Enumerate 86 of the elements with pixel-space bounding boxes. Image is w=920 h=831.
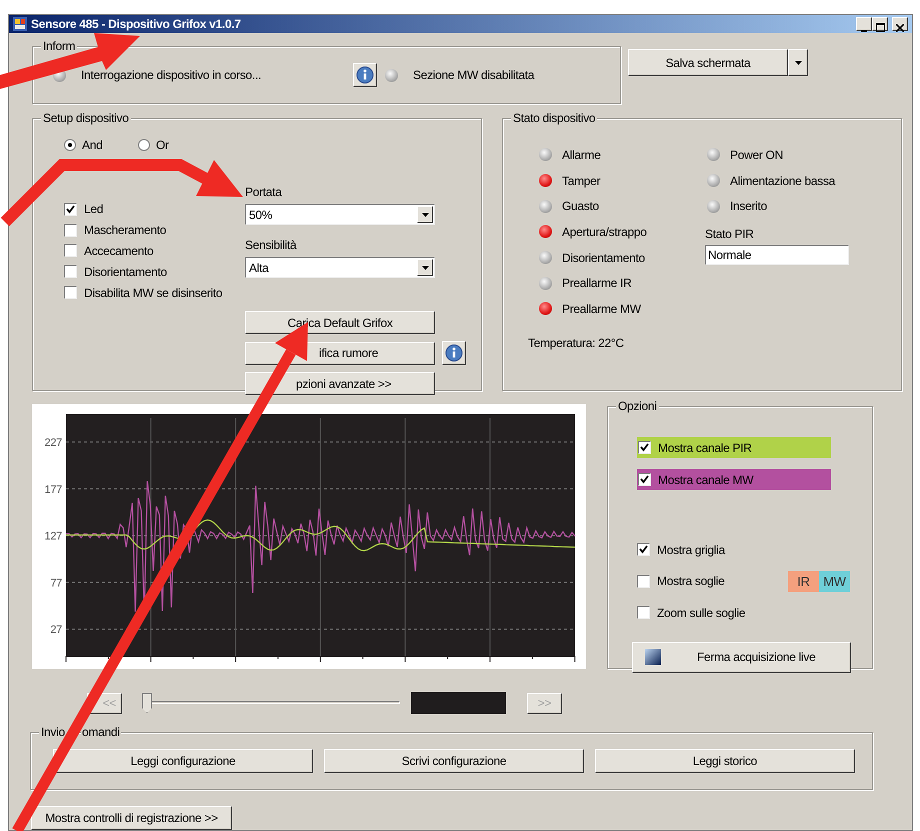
status-label: Preallarme MW bbox=[562, 300, 641, 318]
checkbox[interactable] bbox=[637, 574, 650, 588]
checkbox-label: Mostra soglie bbox=[657, 573, 726, 590]
status-label: Apertura/strappo bbox=[562, 224, 647, 241]
checkbox[interactable] bbox=[637, 543, 650, 556]
maximize-button[interactable] bbox=[872, 17, 888, 31]
checkbox[interactable] bbox=[64, 265, 77, 278]
checkbox[interactable] bbox=[64, 224, 77, 237]
action-button[interactable]: pzioni avanzate >> bbox=[245, 372, 435, 395]
info-button[interactable] bbox=[442, 341, 466, 365]
minimize-icon bbox=[861, 30, 867, 32]
save-screenshot-button[interactable]: Salva schermata bbox=[628, 49, 788, 76]
status-label: Allarme bbox=[562, 146, 601, 164]
checkbox[interactable] bbox=[64, 202, 77, 216]
command-button[interactable]: Leggi configurazione bbox=[53, 749, 313, 773]
checkbox[interactable] bbox=[637, 606, 650, 620]
pir-state-field[interactable]: Normale bbox=[705, 245, 849, 266]
show-recording-controls-button[interactable]: Mostra controlli di registrazione >> bbox=[31, 806, 232, 830]
axis-tick-label: 77 bbox=[50, 577, 62, 590]
channel-toggle[interactable]: Mostra canale MW bbox=[637, 469, 831, 490]
checkbox[interactable] bbox=[64, 286, 77, 300]
channel-toggle[interactable]: Mostra canale PIR bbox=[637, 437, 831, 458]
checkmark-icon bbox=[640, 475, 649, 484]
maximize-icon bbox=[876, 23, 884, 32]
group-label: Setup dispositivo bbox=[41, 111, 131, 125]
axis-tick-label: 227 bbox=[44, 437, 62, 449]
group-label: Stato dispositivo bbox=[511, 111, 598, 125]
group-label: Inform bbox=[41, 39, 78, 53]
close-icon bbox=[896, 24, 904, 32]
close-button[interactable] bbox=[892, 17, 908, 31]
stop-live-button[interactable]: Ferma acquisizione live bbox=[632, 642, 851, 672]
threshold-tag: MW bbox=[819, 570, 850, 592]
dropdown-arrow-icon bbox=[422, 266, 428, 270]
field-label: Portata bbox=[245, 184, 283, 201]
sensitivity-dropdown[interactable]: Alta bbox=[245, 257, 435, 278]
radio-dot-icon bbox=[68, 143, 72, 147]
axis-tick-label: 127 bbox=[44, 530, 62, 543]
command-button[interactable]: Scrivi configurazione bbox=[324, 749, 584, 773]
range-dropdown[interactable]: 50% bbox=[245, 204, 435, 225]
field-label: Stato PIR bbox=[705, 226, 755, 244]
axis-tick-label: 27 bbox=[50, 624, 62, 636]
status-label: Preallarme IR bbox=[562, 275, 632, 292]
info-button[interactable] bbox=[353, 63, 377, 87]
checkmark-icon bbox=[639, 545, 648, 554]
threshold-tag: IR bbox=[788, 570, 819, 592]
caret-icon bbox=[794, 61, 802, 66]
checkbox-label: Mostra griglia bbox=[657, 542, 725, 559]
status-label: Power ON bbox=[730, 146, 783, 164]
group-label: Invio bbox=[39, 725, 67, 739]
checkbox-label: Disorientamento bbox=[84, 264, 167, 281]
checkbox-label: Disabilita MW se disinserito bbox=[84, 284, 222, 302]
status-label: Guasto bbox=[562, 198, 599, 216]
checkmark-icon bbox=[640, 443, 649, 452]
group-label: omandi bbox=[81, 725, 121, 739]
field-label: Sensibilità bbox=[245, 237, 298, 254]
dropdown-button[interactable] bbox=[788, 49, 808, 76]
minimize-button[interactable] bbox=[856, 17, 872, 31]
status-label: Alimentazione bassa bbox=[730, 172, 836, 190]
checkbox[interactable] bbox=[638, 441, 651, 454]
command-button[interactable]: Leggi storico bbox=[595, 749, 855, 773]
stop-icon bbox=[645, 649, 661, 665]
info-icon bbox=[445, 344, 463, 362]
checkbox-label: Accecamento bbox=[84, 242, 154, 260]
temperature-text: Temperatura: 22°C bbox=[528, 334, 625, 352]
group-label: Opzioni bbox=[616, 399, 659, 413]
radio-label: And bbox=[82, 137, 102, 154]
axis-tick-label: 177 bbox=[44, 484, 62, 496]
status-text: Sezione MW disabilitata bbox=[413, 67, 534, 84]
status-label: Inserito bbox=[730, 198, 767, 216]
app-icon bbox=[13, 17, 27, 31]
radio-button[interactable] bbox=[64, 139, 76, 151]
slider[interactable] bbox=[140, 691, 400, 715]
radio-button[interactable] bbox=[138, 139, 150, 151]
checkbox[interactable] bbox=[638, 473, 651, 486]
dropdown-arrow-icon bbox=[422, 212, 428, 216]
checkbox[interactable] bbox=[64, 244, 77, 258]
status-label: Tamper bbox=[562, 172, 600, 190]
status-text: Interrogazione dispositivo in corso... bbox=[81, 67, 262, 84]
window-title: Sensore 485 - Dispositivo Grifox v1.0.7 bbox=[31, 16, 242, 33]
checkbox-label: Mascheramento bbox=[84, 222, 166, 240]
info-icon bbox=[356, 66, 374, 84]
status-label: Disorientamento bbox=[562, 250, 645, 267]
checkmark-icon bbox=[66, 204, 75, 214]
checkbox-label: Zoom sulle soglie bbox=[657, 604, 746, 622]
checkbox-label: Led bbox=[84, 201, 104, 218]
radio-label: Or bbox=[156, 137, 169, 154]
